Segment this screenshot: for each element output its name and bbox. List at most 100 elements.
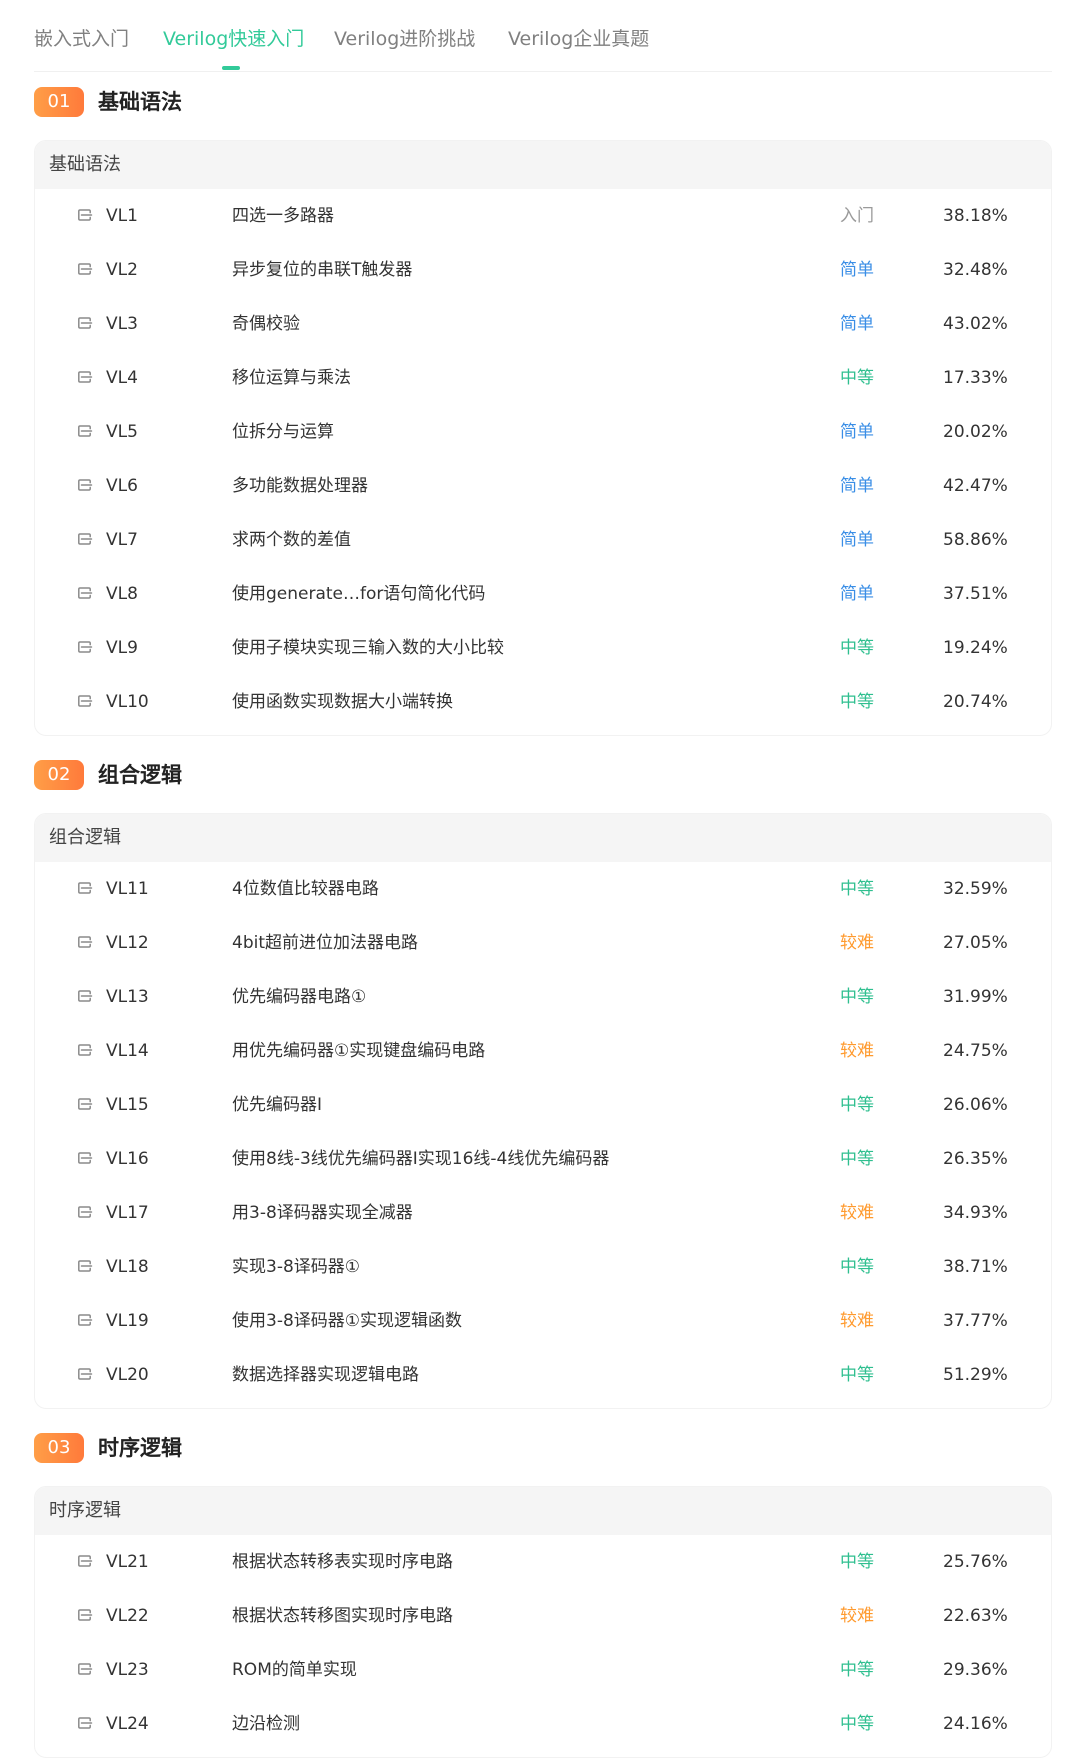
pass-rate: 42.47%: [943, 476, 1008, 496]
problem-icon: [77, 640, 93, 654]
difficulty-label: 较难: [840, 1203, 874, 1223]
problem-row[interactable]: VL2 异步复位的串联T触发器 简单 32.48%: [35, 243, 1051, 297]
problem-title-link[interactable]: 使用3-8译码器①实现逻辑函数: [232, 1294, 462, 1348]
problem-code: VL23: [106, 1660, 149, 1680]
difficulty-label: 简单: [840, 476, 874, 496]
problem-title-link[interactable]: 移位运算与乘法: [232, 351, 351, 405]
pass-rate: 31.99%: [943, 987, 1008, 1007]
problem-code: VL7: [106, 530, 138, 550]
pass-rate: 38.18%: [943, 206, 1008, 226]
problem-code: VL10: [106, 692, 149, 712]
problem-code: VL9: [106, 638, 138, 658]
problem-code: VL15: [106, 1095, 149, 1115]
pass-rate: 20.02%: [943, 422, 1008, 442]
pass-rate: 37.51%: [943, 584, 1008, 604]
problem-row[interactable]: VL8 使用generate…for语句简化代码 简单 37.51%: [35, 567, 1051, 621]
problem-title-link[interactable]: 边沿检测: [232, 1697, 300, 1751]
problem-icon: [77, 881, 93, 895]
problem-title-link[interactable]: 使用子模块实现三输入数的大小比较: [232, 621, 504, 675]
pass-rate: 58.86%: [943, 530, 1008, 550]
section-title: 基础语法: [98, 90, 182, 114]
problem-title-link[interactable]: 根据状态转移图实现时序电路: [232, 1589, 453, 1643]
pass-rate: 32.48%: [943, 260, 1008, 280]
tab-label: Verilog快速入门: [163, 28, 305, 50]
problem-row[interactable]: VL23 ROM的简单实现 中等 29.36%: [35, 1643, 1051, 1697]
problem-code: VL17: [106, 1203, 149, 1223]
problem-title-link[interactable]: 实现3-8译码器①: [232, 1240, 360, 1294]
problem-title-link[interactable]: 异步复位的串联T触发器: [232, 243, 412, 297]
problem-title-link[interactable]: 用优先编码器①实现键盘编码电路: [232, 1024, 485, 1078]
problem-row[interactable]: VL17 用3-8译码器实现全减器 较难 34.93%: [35, 1186, 1051, 1240]
problem-row[interactable]: VL18 实现3-8译码器① 中等 38.71%: [35, 1240, 1051, 1294]
problem-icon: [77, 1043, 93, 1057]
problem-title-link[interactable]: 位拆分与运算: [232, 405, 334, 459]
pass-rate: 51.29%: [943, 1365, 1008, 1385]
problem-row[interactable]: VL16 使用8线-3线优先编码器Ⅰ实现16线-4线优先编码器 中等 26.35%: [35, 1132, 1051, 1186]
problem-row[interactable]: VL24 边沿检测 中等 24.16%: [35, 1697, 1051, 1751]
problem-row[interactable]: VL4 移位运算与乘法 中等 17.33%: [35, 351, 1051, 405]
problem-row[interactable]: VL14 用优先编码器①实现键盘编码电路 较难 24.75%: [35, 1024, 1051, 1078]
page: 嵌入式入门 Verilog快速入门 Verilog进阶挑战 Verilog企业真…: [0, 0, 1080, 1763]
problem-row[interactable]: VL22 根据状态转移图实现时序电路 较难 22.63%: [35, 1589, 1051, 1643]
problem-title-link[interactable]: 使用generate…for语句简化代码: [232, 567, 485, 621]
problem-row[interactable]: VL9 使用子模块实现三输入数的大小比较 中等 19.24%: [35, 621, 1051, 675]
problem-row[interactable]: VL12 4bit超前进位加法器电路 较难 27.05%: [35, 916, 1051, 970]
problem-row[interactable]: VL11 4位数值比较器电路 中等 32.59%: [35, 862, 1051, 916]
pass-rate: 27.05%: [943, 933, 1008, 953]
card-title: 基础语法: [35, 141, 1051, 189]
problem-row[interactable]: VL6 多功能数据处理器 简单 42.47%: [35, 459, 1051, 513]
problem-title-link[interactable]: 使用8线-3线优先编码器Ⅰ实现16线-4线优先编码器: [232, 1132, 609, 1186]
problem-title-link[interactable]: 优先编码器电路①: [232, 970, 366, 1024]
pass-rate: 32.59%: [943, 879, 1008, 899]
problem-row[interactable]: VL19 使用3-8译码器①实现逻辑函数 较难 37.77%: [35, 1294, 1051, 1348]
difficulty-label: 中等: [840, 1257, 874, 1277]
problem-title-link[interactable]: 4位数值比较器电路: [232, 862, 379, 916]
problem-code: VL21: [106, 1552, 149, 1572]
problem-title-link[interactable]: 四选一多路器: [232, 189, 334, 243]
tab-verilog-advanced[interactable]: Verilog进阶挑战: [334, 22, 475, 70]
problem-row[interactable]: VL10 使用函数实现数据大小端转换 中等 20.74%: [35, 675, 1051, 729]
problem-icon: [77, 208, 93, 222]
problem-icon: [77, 478, 93, 492]
tab-verilog-quickstart[interactable]: Verilog快速入门: [163, 22, 304, 70]
problem-code: VL12: [106, 933, 149, 953]
problem-icon: [77, 586, 93, 600]
tab-verilog-enterprise[interactable]: Verilog企业真题: [508, 22, 649, 70]
pass-rate: 25.76%: [943, 1552, 1008, 1572]
difficulty-label: 中等: [840, 1365, 874, 1385]
problem-icon: [77, 1259, 93, 1273]
problem-title-link[interactable]: 使用函数实现数据大小端转换: [232, 675, 453, 729]
problem-title-link[interactable]: 求两个数的差值: [232, 513, 351, 567]
problem-icon: [77, 262, 93, 276]
difficulty-label: 简单: [840, 422, 874, 442]
difficulty-label: 中等: [840, 692, 874, 712]
section-title: 组合逻辑: [98, 763, 182, 787]
problem-icon: [77, 1716, 93, 1730]
difficulty-label: 中等: [840, 1149, 874, 1169]
problem-row[interactable]: VL1 四选一多路器 入门 38.18%: [35, 189, 1051, 243]
problem-title-link[interactable]: 优先编码器Ⅰ: [232, 1078, 322, 1132]
problem-row[interactable]: VL15 优先编码器Ⅰ 中等 26.06%: [35, 1078, 1051, 1132]
problem-row[interactable]: VL21 根据状态转移表实现时序电路 中等 25.76%: [35, 1535, 1051, 1589]
problem-title-link[interactable]: 4bit超前进位加法器电路: [232, 916, 418, 970]
problem-row[interactable]: VL20 数据选择器实现逻辑电路 中等 51.29%: [35, 1348, 1051, 1402]
difficulty-label: 简单: [840, 260, 874, 280]
problem-row[interactable]: VL7 求两个数的差值 简单 58.86%: [35, 513, 1051, 567]
problem-row[interactable]: VL13 优先编码器电路① 中等 31.99%: [35, 970, 1051, 1024]
problem-title-link[interactable]: 用3-8译码器实现全减器: [232, 1186, 413, 1240]
pass-rate: 20.74%: [943, 692, 1008, 712]
problem-title-link[interactable]: 数据选择器实现逻辑电路: [232, 1348, 419, 1402]
problem-title-link[interactable]: 根据状态转移表实现时序电路: [232, 1535, 453, 1589]
difficulty-label: 较难: [840, 933, 874, 953]
pass-rate: 26.06%: [943, 1095, 1008, 1115]
tab-embedded-intro[interactable]: 嵌入式入门: [34, 22, 129, 70]
problem-title-link[interactable]: ROM的简单实现: [232, 1643, 357, 1697]
problem-title-link[interactable]: 奇偶校验: [232, 297, 300, 351]
problem-row[interactable]: VL5 位拆分与运算 简单 20.02%: [35, 405, 1051, 459]
problem-icon: [77, 989, 93, 1003]
problem-row[interactable]: VL3 奇偶校验 简单 43.02%: [35, 297, 1051, 351]
card-title: 时序逻辑: [35, 1487, 1051, 1535]
problem-title-link[interactable]: 多功能数据处理器: [232, 459, 368, 513]
difficulty-label: 中等: [840, 1095, 874, 1115]
difficulty-label: 简单: [840, 530, 874, 550]
